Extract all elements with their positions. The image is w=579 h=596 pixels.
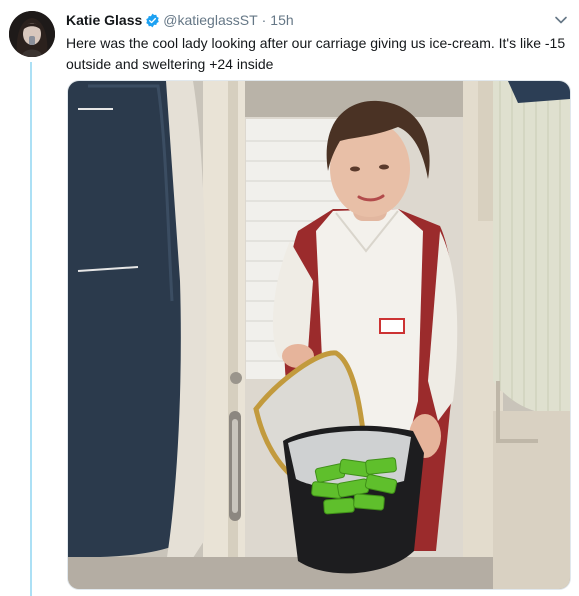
photo-train-attendant (68, 81, 570, 589)
verified-badge-icon (145, 13, 160, 28)
tweet-timestamp[interactable]: 15h (270, 12, 293, 28)
tweet-header: Katie Glass @katieglassST · 15h (66, 10, 294, 30)
author-handle[interactable]: @katieglassST (163, 12, 257, 28)
avatar-image (9, 11, 55, 57)
chevron-down-icon[interactable] (553, 12, 569, 28)
tweet-text: Here was the cool lady looking after our… (66, 35, 566, 72)
thread-line (30, 62, 32, 596)
tweet-photo[interactable] (67, 80, 571, 590)
separator-dot: · (261, 12, 267, 28)
avatar[interactable] (9, 11, 55, 57)
author-name[interactable]: Katie Glass (66, 12, 142, 28)
